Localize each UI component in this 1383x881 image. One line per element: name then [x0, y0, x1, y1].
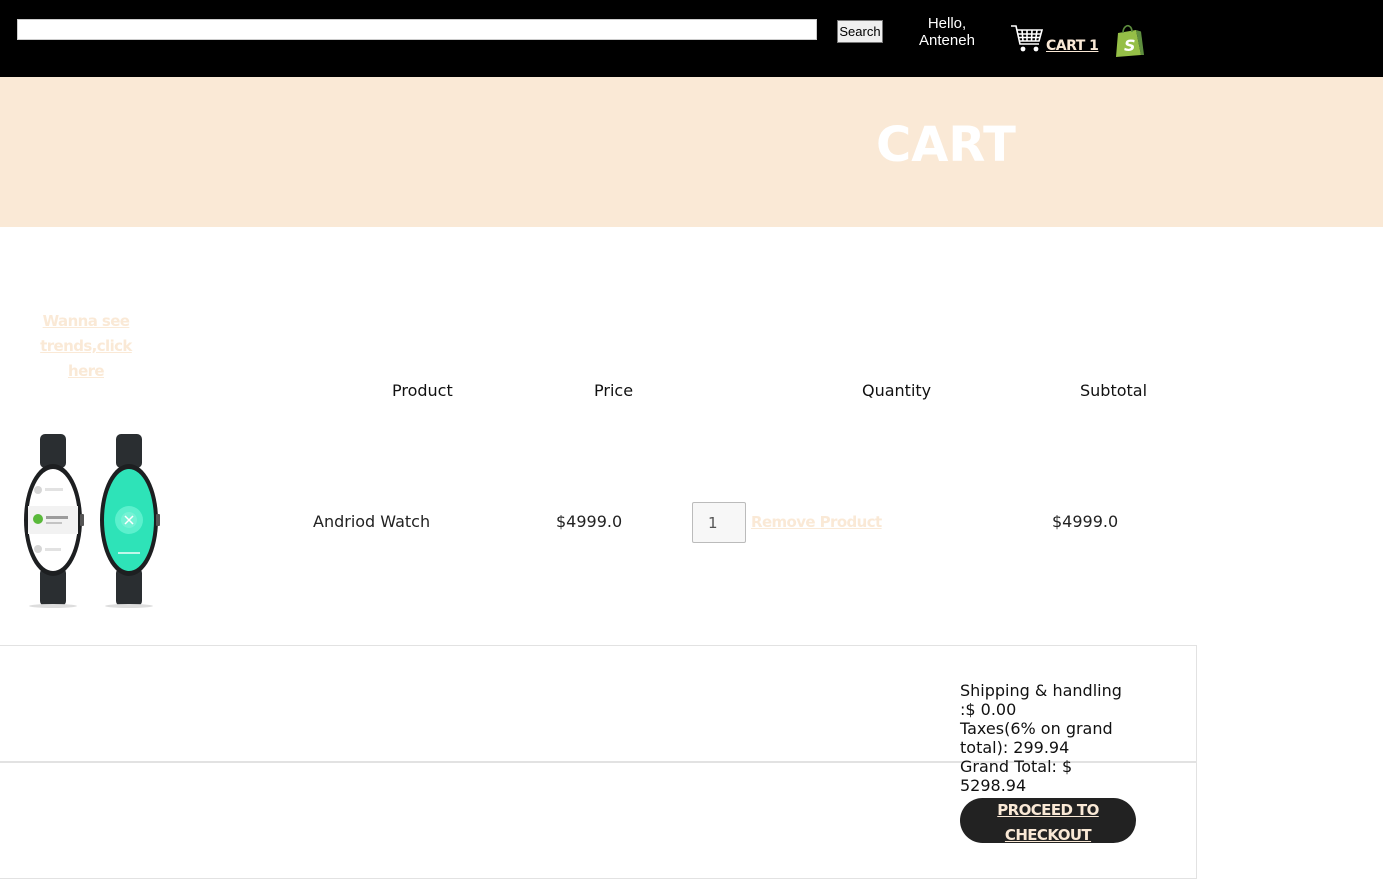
shipping-label: Shipping & handling: [960, 681, 1122, 700]
trends-link[interactable]: Wanna see trends,click here: [0, 309, 172, 384]
grand-total-label: Grand Total: $: [960, 757, 1073, 776]
header-quantity: Quantity: [862, 381, 932, 400]
proceed-to-checkout-button[interactable]: PROCEED TO CHECKOUT: [960, 798, 1136, 844]
order-summary: Shipping & handling :$ 0.00 Taxes(6% on …: [960, 681, 1140, 795]
trends-link-line1[interactable]: Wanna see trends,click: [0, 309, 172, 359]
header-product: Product: [392, 381, 453, 400]
cart-link[interactable]: CART 1: [1010, 16, 1099, 56]
remove-product-link[interactable]: Remove Product: [751, 513, 882, 531]
quantity-input[interactable]: [692, 502, 746, 543]
search-button[interactable]: Search: [837, 20, 883, 43]
taxes-value: total): 299.94: [960, 738, 1070, 757]
checkout-label-line1[interactable]: PROCEED TO: [960, 798, 1136, 823]
header-price: Price: [594, 381, 634, 400]
top-navigation-bar: Search Hello, Anteneh CART 1 S: [0, 0, 1383, 77]
page-title: CART: [876, 117, 1016, 173]
product-subtotal: $4999.0: [1052, 512, 1119, 531]
user-greeting: Hello, Anteneh: [912, 15, 982, 49]
cart-icon: [1010, 22, 1044, 56]
shopify-bag-icon[interactable]: S: [1114, 24, 1146, 62]
greeting-line1: Hello,: [927, 15, 967, 32]
checkout-label-line2[interactable]: CHECKOUT: [960, 823, 1136, 848]
product-name: Andriod Watch: [313, 512, 431, 531]
greeting-username: Anteneh: [919, 32, 975, 49]
shipping-value: :$ 0.00: [960, 700, 1017, 719]
product-price: $4999.0: [556, 512, 623, 531]
trends-link-line2[interactable]: here: [0, 359, 172, 384]
search-input[interactable]: [17, 19, 817, 40]
android-watch-image: [18, 428, 168, 612]
grand-total-value: 5298.94: [960, 776, 1027, 795]
cart-label[interactable]: CART 1: [1046, 38, 1099, 54]
taxes-label: Taxes(6% on grand: [960, 719, 1113, 738]
page-banner: CART: [0, 77, 1383, 227]
header-subtotal: Subtotal: [1080, 381, 1148, 400]
svg-text:S: S: [1124, 36, 1136, 55]
